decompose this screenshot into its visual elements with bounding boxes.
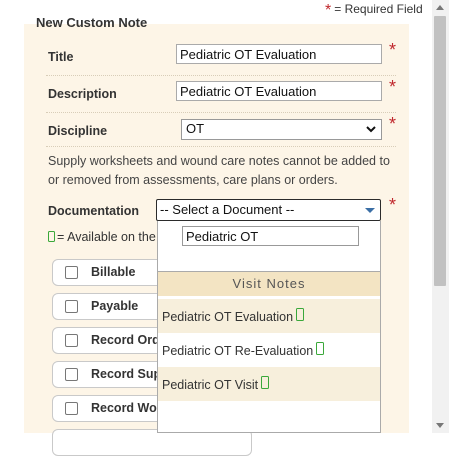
discipline-required-star: * bbox=[389, 114, 397, 134]
group-header-visit-notes: Visit Notes bbox=[158, 272, 380, 296]
divider bbox=[46, 75, 396, 76]
dropdown-search-input[interactable] bbox=[182, 226, 359, 246]
option-label: Pediatric OT Re-Evaluation bbox=[162, 344, 314, 358]
required-legend-text: = Required Field bbox=[334, 2, 423, 16]
scroll-up-icon[interactable] bbox=[436, 5, 444, 10]
dropdown-option[interactable]: Pediatric OT Visit bbox=[158, 367, 380, 401]
supply-worksheets-note: Supply worksheets and wound care notes c… bbox=[48, 154, 390, 187]
title-required-star: * bbox=[389, 40, 397, 60]
mobile-phone-icon bbox=[261, 376, 270, 389]
title-label: Title bbox=[48, 50, 74, 64]
payable-label: Payable bbox=[91, 299, 139, 313]
option-label: Pediatric OT Visit bbox=[162, 378, 259, 392]
payable-checkbox[interactable] bbox=[65, 300, 78, 313]
required-field-legend: * = Required Field bbox=[325, 2, 423, 19]
description-label: Description bbox=[48, 87, 117, 101]
billable-label: Billable bbox=[91, 265, 136, 279]
mobile-phone-icon bbox=[316, 342, 325, 355]
record-wound-label: Record Wou bbox=[91, 401, 165, 415]
billable-checkbox[interactable] bbox=[65, 266, 78, 279]
scroll-down-icon[interactable] bbox=[436, 423, 444, 428]
record-wound-checkbox[interactable] bbox=[65, 402, 78, 415]
description-input[interactable] bbox=[176, 81, 382, 101]
discipline-select[interactable]: OT bbox=[181, 119, 382, 140]
checkbox-row[interactable] bbox=[52, 429, 252, 456]
mobile-phone-icon bbox=[48, 231, 55, 242]
documentation-required-star: * bbox=[389, 195, 397, 215]
scrollbar-thumb[interactable] bbox=[434, 16, 446, 286]
available-text: = Available on the bbox=[57, 230, 156, 244]
chevron-down-icon bbox=[366, 126, 376, 133]
description-required-star: * bbox=[389, 77, 397, 97]
mobile-availability-legend: = Available on the bbox=[48, 230, 156, 244]
dropdown-option[interactable]: Pediatric OT Evaluation bbox=[158, 299, 380, 333]
dropdown-option[interactable]: Pediatric OT Re-Evaluation bbox=[158, 333, 380, 367]
section-title: New Custom Note bbox=[36, 15, 148, 30]
discipline-value: OT bbox=[186, 121, 205, 136]
documentation-dropdown: Visit Notes Pediatric OT Evaluation Pedi… bbox=[157, 221, 381, 433]
caret-down-icon bbox=[365, 208, 375, 213]
documentation-label: Documentation bbox=[48, 204, 139, 218]
option-label: Pediatric OT Evaluation bbox=[162, 310, 294, 324]
vertical-scrollbar[interactable] bbox=[432, 0, 449, 433]
divider bbox=[46, 146, 396, 147]
divider bbox=[46, 112, 396, 113]
documentation-select[interactable]: -- Select a Document -- bbox=[156, 199, 381, 221]
discipline-label: Discipline bbox=[48, 124, 108, 138]
record-supplies-label: Record Sup bbox=[91, 367, 162, 381]
mobile-phone-icon bbox=[296, 308, 305, 321]
record-supplies-checkbox[interactable] bbox=[65, 368, 78, 381]
documentation-placeholder: -- Select a Document -- bbox=[160, 202, 295, 217]
required-star: * bbox=[325, 2, 332, 19]
title-input[interactable] bbox=[176, 44, 382, 64]
record-orders-label: Record Ord bbox=[91, 333, 160, 347]
record-orders-checkbox[interactable] bbox=[65, 334, 78, 347]
